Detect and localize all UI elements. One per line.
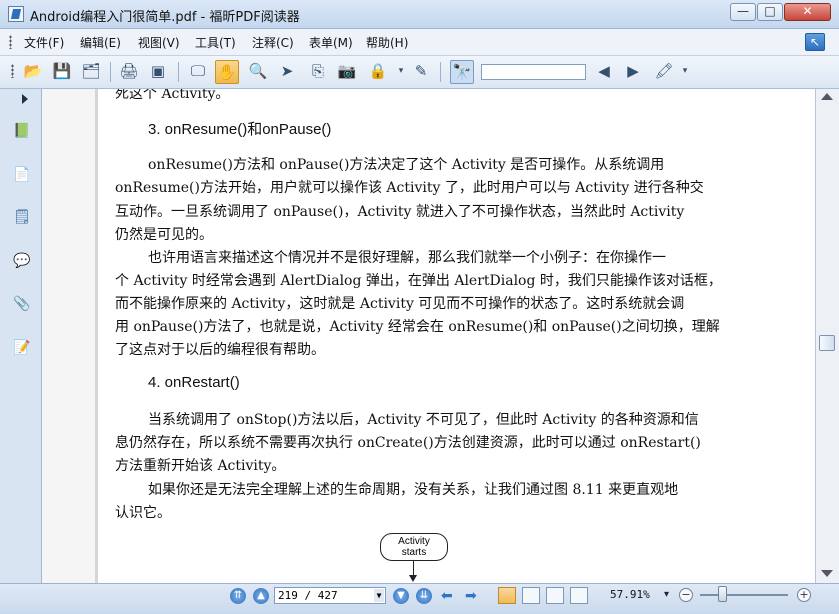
- layers-icon[interactable]: 🗒: [12, 207, 32, 227]
- toolbar-separator: [178, 62, 179, 82]
- signatures-icon[interactable]: 📝: [12, 338, 32, 358]
- save-icon[interactable]: 💾: [50, 60, 74, 84]
- body-text-line: 用 onPause()方法了，也就是说，Activity 经常会在 onResu…: [115, 319, 720, 335]
- scan-icon[interactable]: ▣: [146, 60, 170, 84]
- section-heading: 4. onRestart(): [148, 374, 240, 391]
- diagram-node-line1: Activity: [398, 536, 430, 547]
- scroll-up-icon[interactable]: [821, 93, 833, 100]
- rms-icon[interactable]: 🔒: [366, 60, 390, 84]
- menu-form[interactable]: 表单(M): [309, 34, 353, 51]
- navigation-panel: 📗 📄 🗒 💬 📎 📝: [0, 89, 42, 583]
- vertical-scrollbar[interactable]: [815, 89, 839, 583]
- attachments-icon[interactable]: 📎: [12, 294, 32, 314]
- page-number-text: 219 / 427: [278, 589, 338, 602]
- snapshot-icon[interactable]: 📷: [335, 60, 359, 84]
- panel-toggle-icon[interactable]: [22, 94, 28, 104]
- zoom-slider-thumb[interactable]: [718, 586, 727, 602]
- search-input[interactable]: [481, 64, 586, 80]
- toolbar-grip: [11, 64, 14, 78]
- bookmarks-icon[interactable]: 📗: [12, 121, 32, 141]
- menu-bar: 文件(F) 编辑(E) 视图(V) 工具(T) 注释(C) 表单(M) 帮助(H…: [0, 29, 839, 56]
- first-page-icon[interactable]: ⇈: [230, 588, 246, 604]
- binoculars-icon[interactable]: 🔭: [450, 60, 474, 84]
- zoom-in-icon[interactable]: +: [797, 588, 811, 602]
- body-text-line: 死这个 Activity。: [115, 89, 230, 102]
- zoom-dropdown-icon[interactable]: ▾: [664, 589, 669, 600]
- text-icon[interactable]: ⎘: [306, 60, 330, 84]
- window-title: Android编程入门很简单.pdf - 福昕PDF阅读器: [30, 10, 300, 25]
- body-text-line: 仍然是可见的。: [115, 227, 213, 243]
- rms-dropdown-icon[interactable]: ▾: [396, 60, 406, 84]
- body-text-line: 也许用语言来描述这个情况并不是很好理解，那么我们就举一个小例子：在你操作一: [148, 250, 666, 266]
- document-view[interactable]: 死这个 Activity。 3. onResume()和onPause() on…: [42, 89, 815, 583]
- menu-comment[interactable]: 注释(C): [252, 34, 294, 51]
- diagram-arrowhead: [409, 575, 417, 582]
- body-text-line: 认识它。: [115, 505, 171, 521]
- page: 死这个 Activity。 3. onResume()和onPause() on…: [95, 89, 815, 583]
- body-text-line: 当系统调用了 onStop()方法以后，Activity 不可见了，但此时 Ac…: [148, 412, 699, 428]
- main-toolbar: 📂 💾 🗂 🖨 ▣ 🖵 ✋ 🔍 ➤ ⎘ 📷 🔒 ▾ ✎ 🔭 ◀ ▶ 🖍 ▾: [0, 56, 839, 89]
- print-icon[interactable]: 🖨: [117, 60, 141, 84]
- facing-icon[interactable]: [546, 587, 564, 604]
- menu-grip: [9, 35, 12, 49]
- menu-view[interactable]: 视图(V): [138, 34, 180, 51]
- body-text-line: 息仍然存在，所以系统不需要再次执行 onCreate()方法创建资源，此时可以通…: [115, 435, 701, 451]
- minimize-button[interactable]: —: [730, 3, 756, 21]
- scroll-down-icon[interactable]: [821, 570, 833, 577]
- toolbar-separator: [440, 62, 441, 82]
- fullscreen-icon[interactable]: 🖵: [186, 60, 210, 84]
- body-text-line: 了这点对于以后的编程很有帮助。: [115, 342, 325, 358]
- open-icon[interactable]: 📂: [21, 60, 45, 84]
- body-text-line: 互动作。一旦系统调用了 onPause()，Activity 就进入了不可操作状…: [115, 204, 685, 220]
- pages-icon[interactable]: 📄: [12, 165, 32, 185]
- prev-page-icon[interactable]: ▲: [253, 588, 269, 604]
- continuous-facing-icon[interactable]: [570, 587, 588, 604]
- menu-file[interactable]: 文件(F): [24, 34, 64, 51]
- body-text-line: 个 Activity 时经常会遇到 AlertDialog 弹出，在弹出 Ale…: [115, 273, 722, 289]
- prev-result-icon[interactable]: ◀: [592, 60, 616, 84]
- save-as-icon[interactable]: 🗂: [79, 60, 103, 84]
- page-number-field[interactable]: 219 / 427 ▼: [274, 587, 386, 604]
- section-heading: 3. onResume()和onPause(): [148, 121, 332, 138]
- activity-starts-node: Activity starts: [380, 533, 448, 561]
- body-text-line: 而不能操作原来的 Activity，这时就是 Activity 可见而不可操作的…: [115, 296, 685, 312]
- menu-help[interactable]: 帮助(H): [366, 34, 408, 51]
- zoom-slider[interactable]: [700, 594, 788, 596]
- comments-icon[interactable]: 💬: [12, 251, 32, 271]
- status-bar: ⇈ ▲ 219 / 427 ▼ ▼ ⇊ ⬅ ➡ 57.91% ▾ − +: [0, 583, 839, 614]
- menu-edit[interactable]: 编辑(E): [80, 34, 121, 51]
- continuous-icon[interactable]: [522, 587, 540, 604]
- body-text-line: onResume()方法和 onPause()方法决定了这个 Activity …: [148, 157, 665, 173]
- highlight-icon[interactable]: 🖍: [652, 60, 676, 84]
- diagram-node-line2: starts: [401, 547, 427, 558]
- title-bar: Android编程入门很简单.pdf - 福昕PDF阅读器 — □ ✕: [0, 0, 839, 29]
- body-text-line: onResume()方法开始，用户就可以操作该 Activity 了，此时用户可…: [115, 180, 704, 196]
- back-icon[interactable]: ⬅: [441, 588, 453, 604]
- close-button[interactable]: ✕: [784, 3, 831, 21]
- forward-icon[interactable]: ➡: [465, 588, 477, 604]
- scroll-thumb[interactable]: [819, 335, 835, 351]
- page-edge: [95, 89, 98, 583]
- page-dropdown-icon[interactable]: ▼: [374, 589, 384, 602]
- select-icon[interactable]: ➤: [275, 60, 299, 84]
- toolbar-separator: [110, 62, 111, 82]
- hand-icon[interactable]: ✋: [215, 60, 239, 84]
- single-page-icon[interactable]: [498, 587, 516, 604]
- maximize-button[interactable]: □: [757, 3, 783, 21]
- zoom-out-icon[interactable]: −: [679, 588, 693, 602]
- next-result-icon[interactable]: ▶: [621, 60, 645, 84]
- menu-tools[interactable]: 工具(T): [195, 34, 236, 51]
- next-page-icon[interactable]: ▼: [393, 588, 409, 604]
- help-icon[interactable]: ↖: [805, 33, 825, 51]
- body-text-line: 如果你还是无法完全理解上述的生命周期，没有关系，让我们通过图 8.11 来更直观…: [148, 482, 679, 498]
- highlight-dropdown-icon[interactable]: ▾: [680, 60, 690, 84]
- last-page-icon[interactable]: ⇊: [416, 588, 432, 604]
- app-icon: [8, 6, 24, 22]
- zoom-icon[interactable]: 🔍: [246, 60, 270, 84]
- zoom-level[interactable]: 57.91%: [610, 588, 650, 601]
- sign-icon[interactable]: ✎: [409, 60, 433, 84]
- body-text-line: 方法重新开始该 Activity。: [115, 458, 286, 474]
